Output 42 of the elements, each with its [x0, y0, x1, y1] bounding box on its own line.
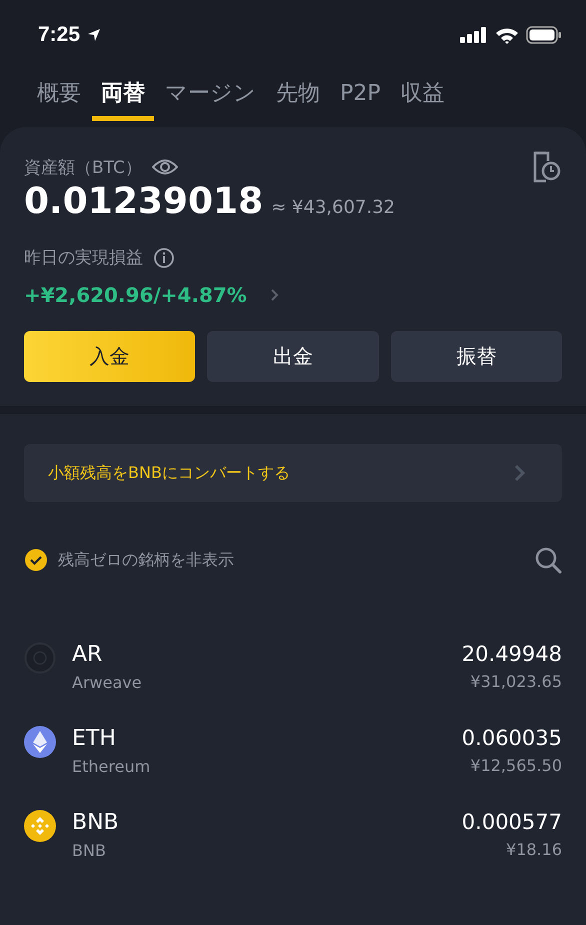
eye-icon[interactable]: [152, 158, 178, 176]
asset-amount: 20.49948: [462, 642, 562, 666]
asset-fiat: ¥12,565.50: [470, 756, 562, 775]
tab[interactable]: 概要: [28, 74, 90, 121]
asset-symbol: ETH: [72, 726, 117, 751]
hide-zero-label: 残高ゼロの銘柄を非表示: [58, 550, 234, 570]
chevron-icon[interactable]: [270, 289, 279, 301]
convert-banner[interactable]: 小額残高をBNBにコンバートする: [24, 444, 562, 502]
info-icon[interactable]: [153, 246, 175, 268]
status-time: 7:25: [38, 23, 80, 47]
asset-name: Ethereum: [72, 757, 150, 776]
asset-amount: 0.060035: [462, 726, 562, 750]
bnb-icon: [24, 810, 56, 842]
action-button[interactable]: 振替: [390, 331, 562, 382]
pnl-label: 昨日の実現損益: [24, 247, 143, 269]
tab[interactable]: 両替: [92, 74, 154, 121]
asset-symbol: AR: [72, 642, 104, 667]
balance-amount: 0.01239018: [24, 181, 264, 222]
asset-fiat: ¥31,023.65: [470, 672, 562, 691]
battery-icon: [526, 26, 562, 44]
asset-name: Arweave: [72, 673, 142, 692]
action-button[interactable]: 出金: [207, 331, 379, 382]
signal-icon: [460, 27, 488, 43]
asset-fiat: ¥18.16: [506, 840, 562, 859]
asset-name: BNB: [72, 841, 107, 860]
checkbox[interactable]: [24, 548, 48, 572]
location-arrow-icon: [87, 28, 102, 42]
asset-amount: 0.000577: [462, 810, 562, 834]
asset-symbol: BNB: [72, 810, 119, 835]
balance-fiat: ≈ ¥43,607.32: [271, 197, 395, 218]
balance-label: 資産額（BTC）: [24, 156, 142, 178]
tab[interactable]: 収益: [392, 74, 454, 121]
wifi-icon: [495, 26, 519, 44]
tab[interactable]: マージン: [156, 74, 265, 121]
search-icon[interactable]: [534, 546, 562, 574]
pnl-value[interactable]: +¥2,620.96/+4.87%: [24, 283, 247, 307]
chevron-icon: [514, 464, 526, 482]
action-button[interactable]: 入金: [24, 331, 196, 382]
history-icon[interactable]: [532, 151, 562, 183]
tab[interactable]: 先物: [267, 74, 329, 121]
ethereum-icon: [24, 726, 56, 758]
tab[interactable]: P2P: [331, 74, 390, 121]
